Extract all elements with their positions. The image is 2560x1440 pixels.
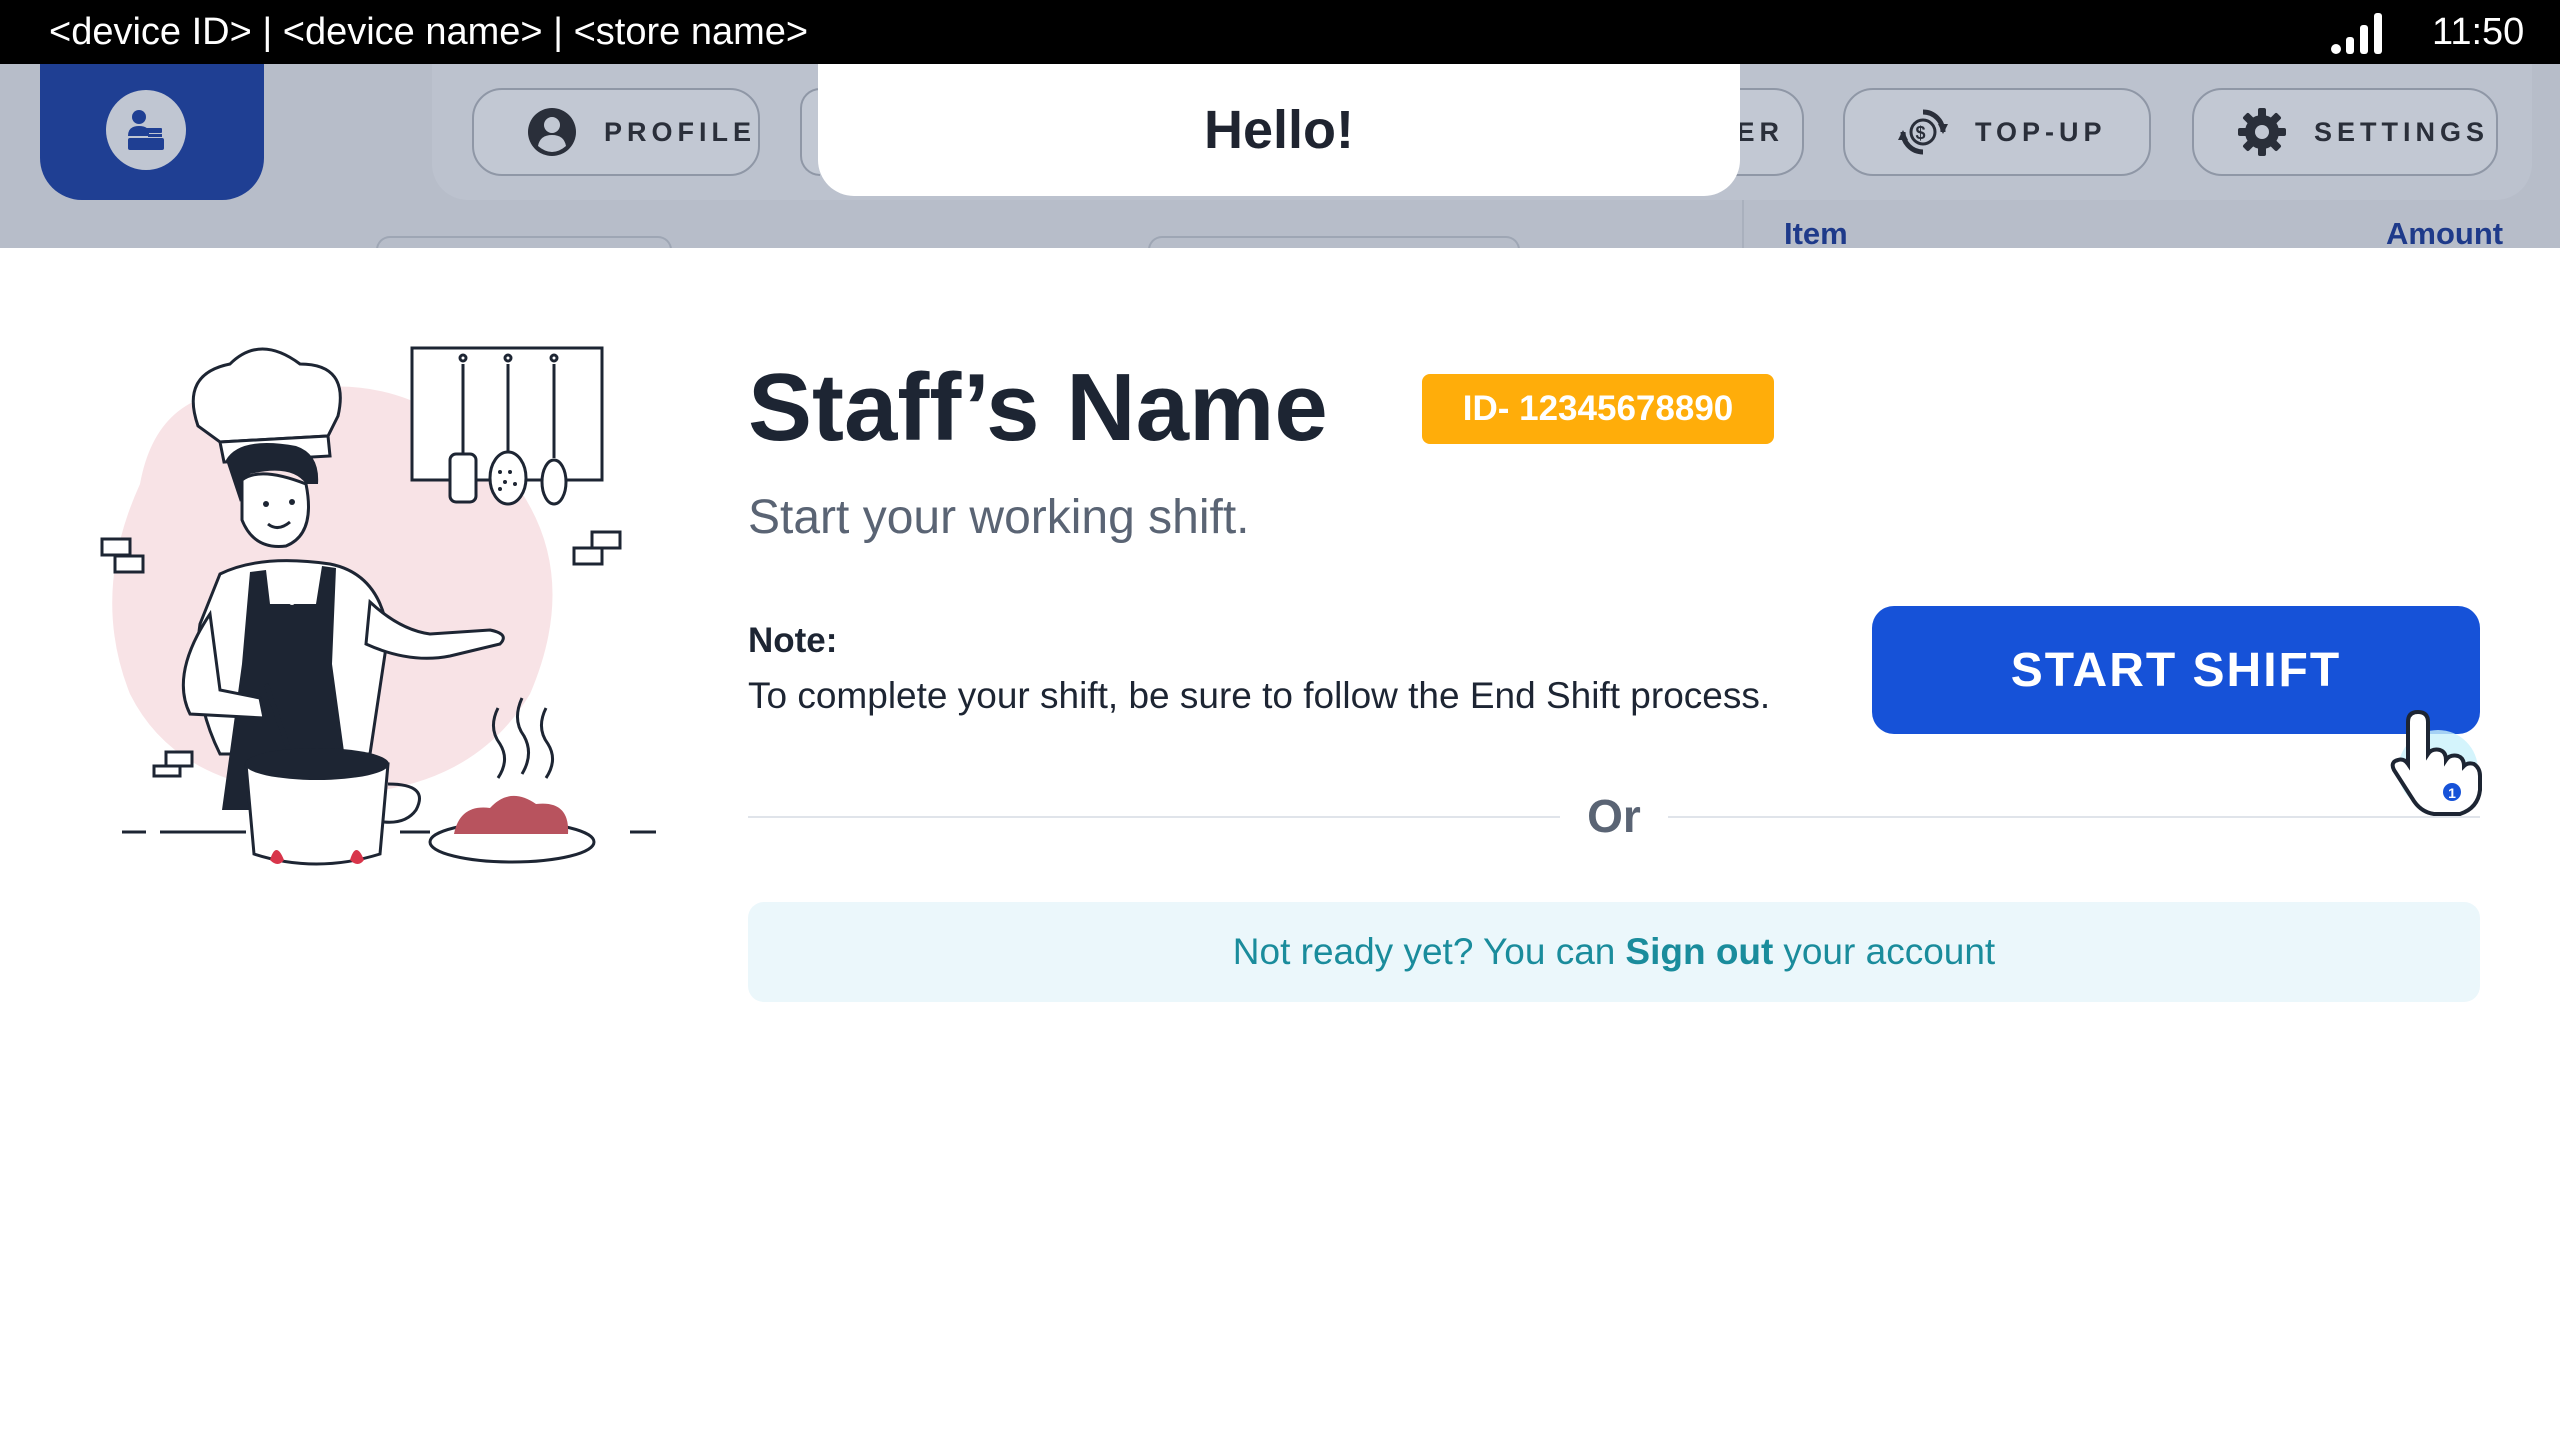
order-panel-edge (1742, 200, 1744, 248)
app-logo (40, 64, 264, 200)
hand-pointer-icon: 1 (2390, 709, 2482, 816)
profile-label: PROFILE (604, 116, 757, 147)
signal-icon (2331, 13, 2382, 54)
settings-label: SETTINGS (2314, 116, 2490, 147)
svg-text:$: $ (1915, 123, 1930, 143)
settings-button: SETTINGS (2192, 88, 2498, 176)
note-text: To complete your shift, be sure to follo… (748, 675, 1771, 716)
signout-banner: Not ready yet? You can Sign out your acc… (748, 902, 2480, 1002)
staff-name: Staff’s Name (748, 354, 1328, 461)
cashier-icon (106, 90, 186, 170)
signout-link[interactable]: Sign out (1625, 931, 1773, 973)
profile-button: PROFILE (472, 88, 760, 176)
user-circle-icon (528, 108, 576, 156)
or-separator: Or (1587, 790, 1641, 842)
device-info: <device ID> | <device name> | <store nam… (49, 11, 809, 53)
dollar-refresh-icon: $ (1898, 109, 1948, 155)
screen: <device ID> | <device name> | <store nam… (0, 0, 2560, 1440)
greeting-banner: Hello! (818, 64, 1740, 196)
background-field (376, 236, 672, 248)
chef-illustration (100, 346, 656, 866)
gear-icon (2238, 108, 2286, 156)
divider-left (748, 816, 1560, 818)
status-time: 11:50 (2432, 11, 2525, 53)
signout-suffix: your account (1783, 931, 1996, 972)
shift-subtitle: Start your working shift. (748, 491, 1250, 544)
topup-button: $ TOP-UP (1843, 88, 2151, 176)
svg-text:1: 1 (2448, 785, 2456, 801)
order-column-amount: Amount (2386, 216, 2504, 248)
staff-id-badge: ID- 12345678890 (1422, 374, 1774, 444)
signout-prefix: Not ready yet? You can (1232, 931, 1616, 972)
order-column-item: Item (1784, 216, 1848, 248)
divider-right (1668, 816, 2480, 818)
background-field (1148, 236, 1520, 248)
topup-label: TOP-UP (1975, 116, 2107, 147)
start-shift-sheet: Staff’s Name ID- 12345678890 Start your … (0, 248, 2560, 1440)
status-bar: <device ID> | <device name> | <store nam… (0, 0, 2560, 64)
note-label: Note: (748, 621, 838, 660)
hidden-nav-button (800, 88, 820, 176)
